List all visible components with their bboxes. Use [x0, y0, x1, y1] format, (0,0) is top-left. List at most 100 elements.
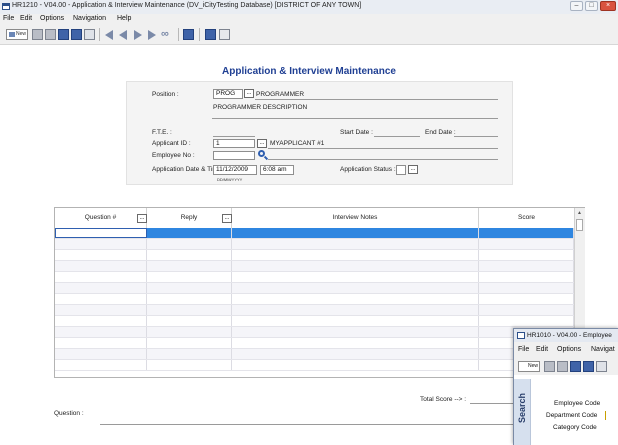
position-lookup-button[interactable]: ... — [244, 89, 254, 98]
end-date-field[interactable] — [454, 136, 498, 137]
question-cell[interactable] — [55, 294, 147, 304]
employee-window[interactable]: HR1010 - V04.00 - Employee File Edit Opt… — [513, 328, 618, 445]
question-lookup-button[interactable]: ... — [137, 214, 147, 223]
question-cell[interactable] — [55, 272, 147, 282]
question-cell[interactable] — [55, 283, 147, 293]
reply-lookup-button[interactable]: ... — [222, 214, 232, 223]
question-cell[interactable] — [55, 327, 147, 337]
print-icon[interactable] — [596, 361, 607, 372]
interview-notes-cell[interactable] — [232, 360, 479, 370]
total-score-field[interactable] — [470, 403, 513, 404]
start-date-field[interactable] — [374, 136, 420, 137]
previous-record-icon[interactable] — [119, 30, 127, 40]
reply-cell[interactable] — [147, 261, 232, 271]
position-code-field[interactable]: PROG — [213, 89, 243, 99]
scroll-up-icon[interactable]: ▲ — [577, 210, 582, 216]
application-status-field[interactable] — [396, 165, 406, 175]
reply-cell[interactable] — [147, 294, 232, 304]
reply-cell[interactable] — [147, 239, 232, 249]
interview-notes-cell[interactable] — [232, 316, 479, 326]
menu-edit[interactable]: Edit — [20, 15, 32, 22]
status-lookup-button[interactable]: ... — [408, 165, 418, 174]
interview-notes-cell[interactable] — [232, 338, 479, 348]
delete-icon[interactable] — [557, 361, 568, 372]
table-row[interactable] — [55, 316, 575, 327]
interview-notes-cell[interactable] — [232, 239, 479, 249]
application-time-field[interactable]: 6:08 am — [260, 165, 294, 175]
table-row[interactable] — [55, 327, 575, 338]
table-row[interactable] — [55, 294, 575, 305]
menu-file[interactable]: File — [3, 15, 14, 22]
interview-notes-cell[interactable] — [232, 283, 479, 293]
edit-icon[interactable] — [544, 361, 555, 372]
reply-cell[interactable] — [147, 272, 232, 282]
column-header-question[interactable]: Question # — [55, 208, 147, 228]
application-date-field[interactable]: 11/12/2009 — [213, 165, 257, 175]
interview-notes-cell[interactable] — [232, 228, 479, 238]
table-row[interactable] — [55, 305, 575, 316]
table-row[interactable] — [55, 338, 575, 349]
table-row[interactable] — [55, 360, 575, 371]
reply-cell[interactable] — [147, 250, 232, 260]
reply-cell[interactable] — [147, 316, 232, 326]
reply-cell[interactable] — [147, 283, 232, 293]
preview-icon[interactable] — [205, 29, 216, 40]
menu-edit[interactable]: Edit — [536, 346, 548, 353]
question-cell[interactable] — [55, 250, 147, 260]
last-record-icon[interactable] — [148, 30, 156, 40]
maximize-button[interactable]: □ — [585, 1, 598, 11]
reply-cell[interactable] — [147, 360, 232, 370]
bookmark-icon[interactable] — [183, 29, 194, 40]
column-header-reply[interactable]: Reply — [147, 208, 232, 228]
table-row[interactable] — [55, 250, 575, 261]
interview-notes-cell[interactable] — [232, 272, 479, 282]
applicant-lookup-button[interactable]: ... — [257, 139, 267, 148]
score-cell[interactable] — [479, 250, 574, 260]
minimize-button[interactable]: – — [570, 1, 583, 11]
table-row[interactable] — [55, 228, 575, 239]
department-code-field[interactable] — [605, 411, 606, 420]
interview-notes-cell[interactable] — [232, 294, 479, 304]
new-button[interactable]: New — [518, 361, 540, 372]
question-cell[interactable] — [55, 316, 147, 326]
question-cell[interactable] — [55, 360, 147, 370]
save-icon[interactable] — [58, 29, 69, 40]
question-cell[interactable] — [55, 349, 147, 359]
save-as-icon[interactable] — [583, 361, 594, 372]
question-cell[interactable] — [55, 261, 147, 271]
interview-notes-cell[interactable] — [232, 327, 479, 337]
score-cell[interactable] — [479, 294, 574, 304]
interview-notes-cell[interactable] — [232, 349, 479, 359]
table-row[interactable] — [55, 239, 575, 250]
interview-notes-cell[interactable] — [232, 250, 479, 260]
reply-cell[interactable] — [147, 327, 232, 337]
new-button[interactable]: New — [6, 29, 28, 40]
first-record-icon[interactable] — [105, 30, 113, 40]
score-cell[interactable] — [479, 316, 574, 326]
score-cell[interactable] — [479, 305, 574, 315]
table-row[interactable] — [55, 261, 575, 272]
reply-cell[interactable] — [147, 338, 232, 348]
interview-notes-cell[interactable] — [232, 305, 479, 315]
menu-navigation[interactable]: Navigat — [591, 346, 615, 353]
question-cell[interactable] — [55, 228, 147, 238]
next-record-icon[interactable] — [134, 30, 142, 40]
save-as-icon[interactable] — [71, 29, 82, 40]
close-button[interactable]: × — [600, 1, 616, 11]
applicant-id-field[interactable]: 1 — [213, 139, 255, 148]
all-records-icon[interactable]: ∞ — [161, 28, 169, 40]
column-header-interview-notes[interactable]: Interview Notes — [232, 208, 479, 228]
delete-icon[interactable] — [45, 29, 56, 40]
score-cell[interactable] — [479, 228, 574, 238]
reply-cell[interactable] — [147, 349, 232, 359]
interview-notes-cell[interactable] — [232, 261, 479, 271]
menu-options[interactable]: Options — [40, 15, 64, 22]
reply-cell[interactable] — [147, 228, 232, 238]
menu-options[interactable]: Options — [557, 346, 581, 353]
table-row[interactable] — [55, 272, 575, 283]
score-cell[interactable] — [479, 239, 574, 249]
score-cell[interactable] — [479, 272, 574, 282]
edit-icon[interactable] — [32, 29, 43, 40]
table-row[interactable] — [55, 283, 575, 294]
menu-navigation[interactable]: Navigation — [73, 15, 106, 22]
